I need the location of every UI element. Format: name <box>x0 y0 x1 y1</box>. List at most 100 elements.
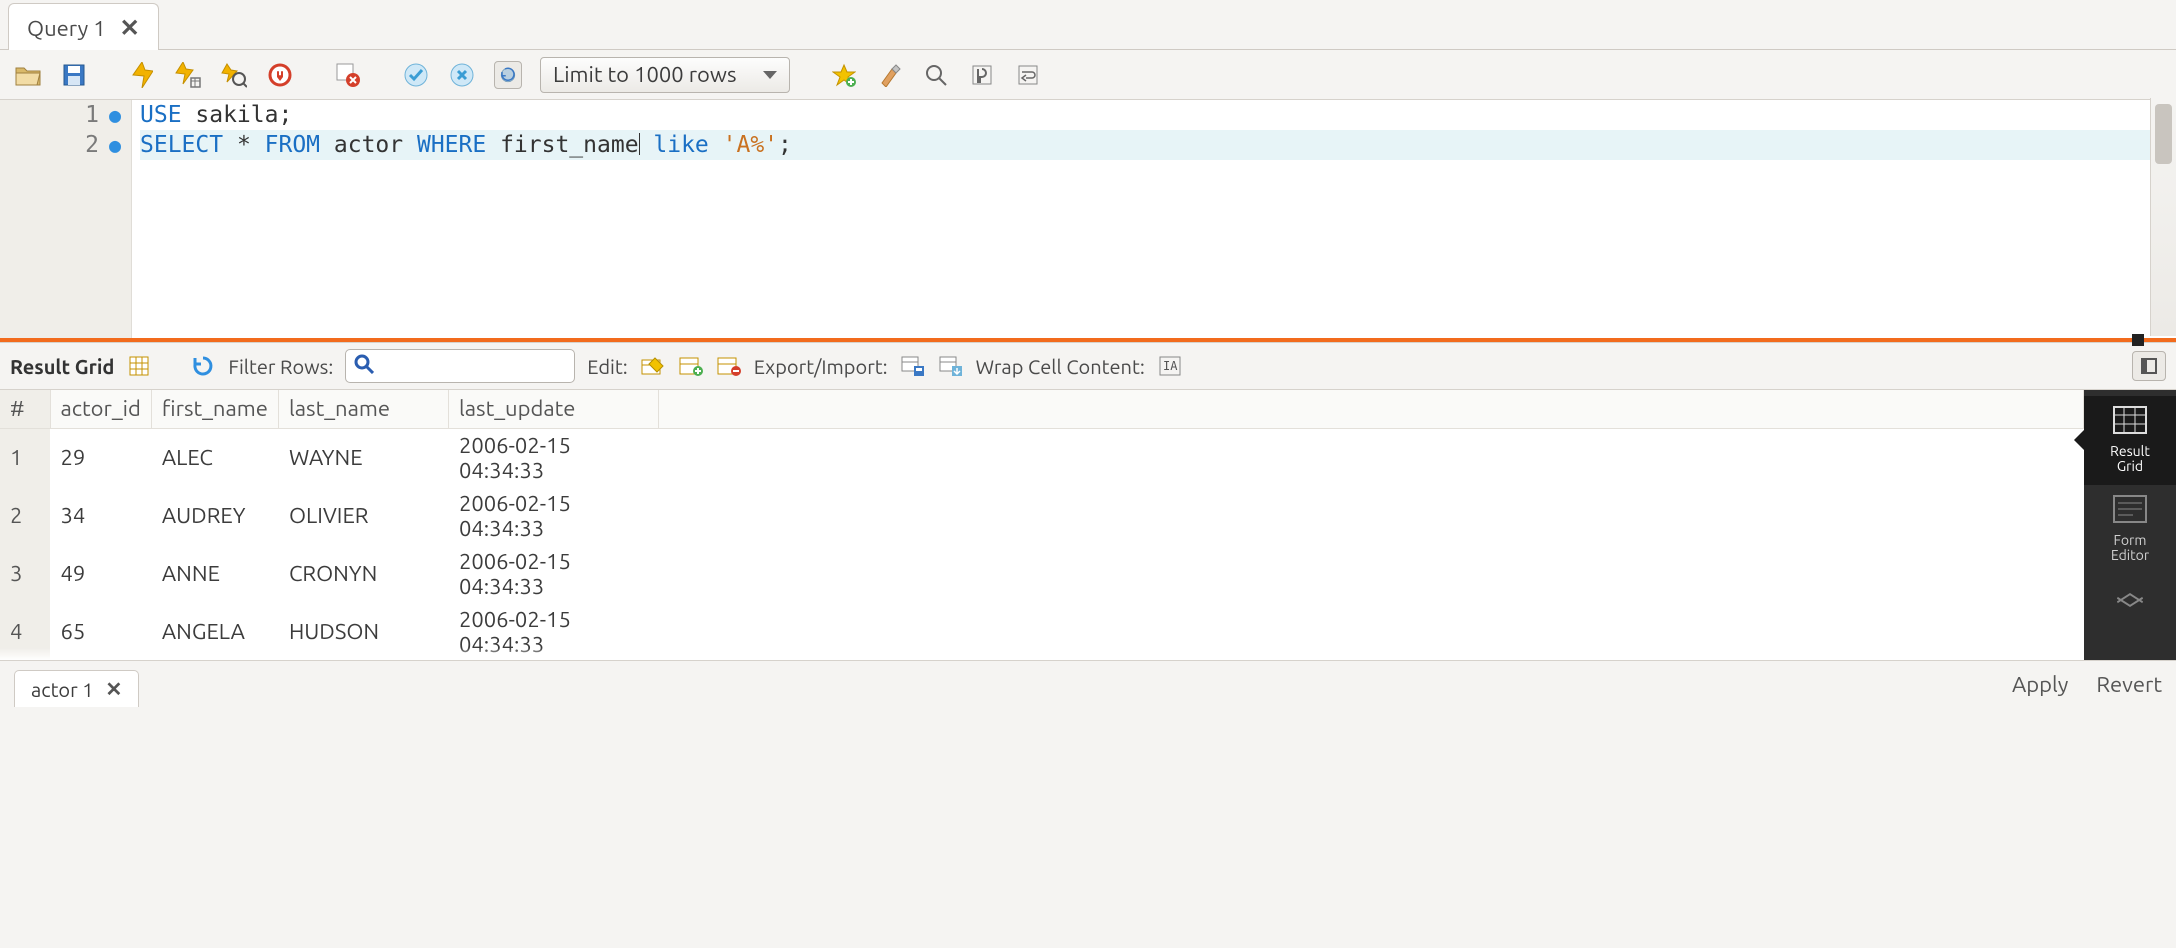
open-file-icon[interactable] <box>14 61 42 89</box>
code-text: * <box>223 132 265 158</box>
table-header-row: # actor_id first_name last_name last_upd… <box>0 390 2084 428</box>
result-tab[interactable]: actor 1 ✕ <box>14 670 139 707</box>
column-header-rownum[interactable]: # <box>0 390 50 428</box>
toggle-side-panel-button[interactable] <box>2132 351 2166 381</box>
cell-last-update[interactable]: 2006-02-15 04:34:33 <box>448 545 658 603</box>
cell-last-name[interactable]: OLIVIER <box>278 487 448 545</box>
result-toolbar: Result Grid Filter Rows: Edit: Export/Im… <box>0 342 2176 390</box>
statement-marker-icon: ● <box>109 133 121 157</box>
stop-on-error-icon[interactable] <box>334 61 362 89</box>
bottom-bar: actor 1 ✕ Apply Revert <box>0 660 2176 708</box>
form-icon <box>2113 495 2147 529</box>
commit-icon[interactable] <box>402 61 430 89</box>
search-icon <box>354 354 374 379</box>
cell-actor-id[interactable]: 49 <box>50 545 151 603</box>
import-icon[interactable] <box>938 353 964 379</box>
edit-row-icon[interactable] <box>640 353 666 379</box>
side-panel-scroll[interactable]: ︿ ﹀ <box>2116 582 2144 621</box>
code-text: ; <box>778 132 792 158</box>
code-text: sakila; <box>182 102 293 128</box>
result-grid-title: Result Grid <box>10 355 114 378</box>
side-tab-form-editor[interactable]: Form Editor <box>2084 485 2176 574</box>
code-keyword: USE <box>140 102 182 128</box>
code-keyword: FROM <box>265 132 320 158</box>
favorite-icon[interactable] <box>830 61 858 89</box>
grid-mode-icon[interactable] <box>126 353 152 379</box>
save-icon[interactable] <box>60 61 88 89</box>
code-keyword: SELECT <box>140 132 223 158</box>
wrap-cell-label: Wrap Cell Content: <box>976 355 1145 378</box>
close-icon[interactable]: ✕ <box>106 677 123 701</box>
cell-first-name[interactable]: AUDREY <box>151 487 278 545</box>
delete-row-icon[interactable] <box>716 353 742 379</box>
close-icon[interactable]: ✕ <box>120 14 140 42</box>
cell-spacer <box>658 428 2083 487</box>
query-tab-bar: Query 1 ✕ <box>0 0 2176 50</box>
table-row[interactable]: 234AUDREYOLIVIER2006-02-15 04:34:33 <box>0 487 2084 545</box>
cell-spacer <box>658 545 2083 603</box>
refresh-icon[interactable] <box>190 353 216 379</box>
result-grid[interactable]: # actor_id first_name last_name last_upd… <box>0 390 2084 660</box>
code-area[interactable]: USE sakila; SELECT * FROM actor WHERE fi… <box>132 100 2176 338</box>
editor-gutter: 1● 2● <box>0 100 132 338</box>
sql-editor[interactable]: 1● 2● USE sakila; SELECT * FROM actor WH… <box>0 100 2176 338</box>
cell-first-name[interactable]: ANNE <box>151 545 278 603</box>
export-import-label: Export/Import: <box>754 355 888 378</box>
table-row[interactable]: 349ANNECRONYN2006-02-15 04:34:33 <box>0 545 2084 603</box>
column-header-first-name[interactable]: first_name <box>151 390 278 428</box>
cell-last-update[interactable]: 2006-02-15 04:34:33 <box>448 487 658 545</box>
svg-text:IA: IA <box>1163 359 1178 373</box>
edit-label: Edit: <box>587 355 627 378</box>
cell-first-name[interactable]: ALEC <box>151 428 278 487</box>
result-area: # actor_id first_name last_name last_upd… <box>0 390 2176 660</box>
apply-button[interactable]: Apply <box>2012 672 2068 697</box>
editor-scrollbar[interactable] <box>2150 98 2176 336</box>
code-keyword: WHERE <box>417 132 486 158</box>
wrap-cell-icon[interactable]: IA <box>1157 353 1183 379</box>
table-row[interactable]: 129ALECWAYNE2006-02-15 04:34:33 <box>0 428 2084 487</box>
cell-actor-id[interactable]: 34 <box>50 487 151 545</box>
filter-rows-input[interactable] <box>345 349 575 383</box>
column-header-spacer <box>658 390 2083 428</box>
column-header-last-name[interactable]: last_name <box>278 390 448 428</box>
line-number: 1 <box>85 102 99 128</box>
chevron-down-icon[interactable]: ﹀ <box>2116 601 2144 621</box>
query-tab-label: Query 1 <box>27 16 106 41</box>
add-row-icon[interactable] <box>678 353 704 379</box>
execute-icon[interactable] <box>128 61 156 89</box>
query-tab[interactable]: Query 1 ✕ <box>8 3 159 50</box>
invisible-chars-icon[interactable] <box>968 61 996 89</box>
statement-marker-icon: ● <box>109 103 121 127</box>
wrap-icon[interactable] <box>1014 61 1042 89</box>
stop-icon[interactable] <box>266 61 294 89</box>
revert-button[interactable]: Revert <box>2096 672 2162 697</box>
cell-rownum: 2 <box>0 487 50 545</box>
result-side-panel: Result Grid Form Editor ︿ ﹀ <box>2084 390 2176 660</box>
code-text: actor <box>320 132 417 158</box>
find-icon[interactable] <box>922 61 950 89</box>
explain-icon[interactable] <box>220 61 248 89</box>
cell-rownum: 3 <box>0 545 50 603</box>
grid-icon <box>2113 406 2147 440</box>
export-icon[interactable] <box>900 353 926 379</box>
side-tab-result-grid[interactable]: Result Grid <box>2084 396 2176 485</box>
result-tab-label: actor 1 <box>31 678 94 701</box>
text-cursor <box>639 133 640 155</box>
cell-last-name[interactable]: CRONYN <box>278 545 448 603</box>
execute-current-icon[interactable] <box>174 61 202 89</box>
rollback-icon[interactable] <box>448 61 476 89</box>
splitter-handle[interactable] <box>0 338 2176 342</box>
cell-last-name[interactable]: WAYNE <box>278 428 448 487</box>
column-header-last-update[interactable]: last_update <box>448 390 658 428</box>
sql-toolbar: Limit to 1000 rows <box>0 50 2176 100</box>
column-header-actor-id[interactable]: actor_id <box>50 390 151 428</box>
code-text: first_name <box>486 132 638 158</box>
chevron-down-icon <box>763 71 777 79</box>
cell-last-update[interactable]: 2006-02-15 04:34:33 <box>448 428 658 487</box>
code-string: 'A%' <box>723 132 778 158</box>
row-limit-dropdown[interactable]: Limit to 1000 rows <box>540 57 790 93</box>
filter-rows-label: Filter Rows: <box>228 355 333 378</box>
cell-actor-id[interactable]: 29 <box>50 428 151 487</box>
beautify-icon[interactable] <box>876 61 904 89</box>
autocommit-toggle-icon[interactable] <box>494 61 522 89</box>
